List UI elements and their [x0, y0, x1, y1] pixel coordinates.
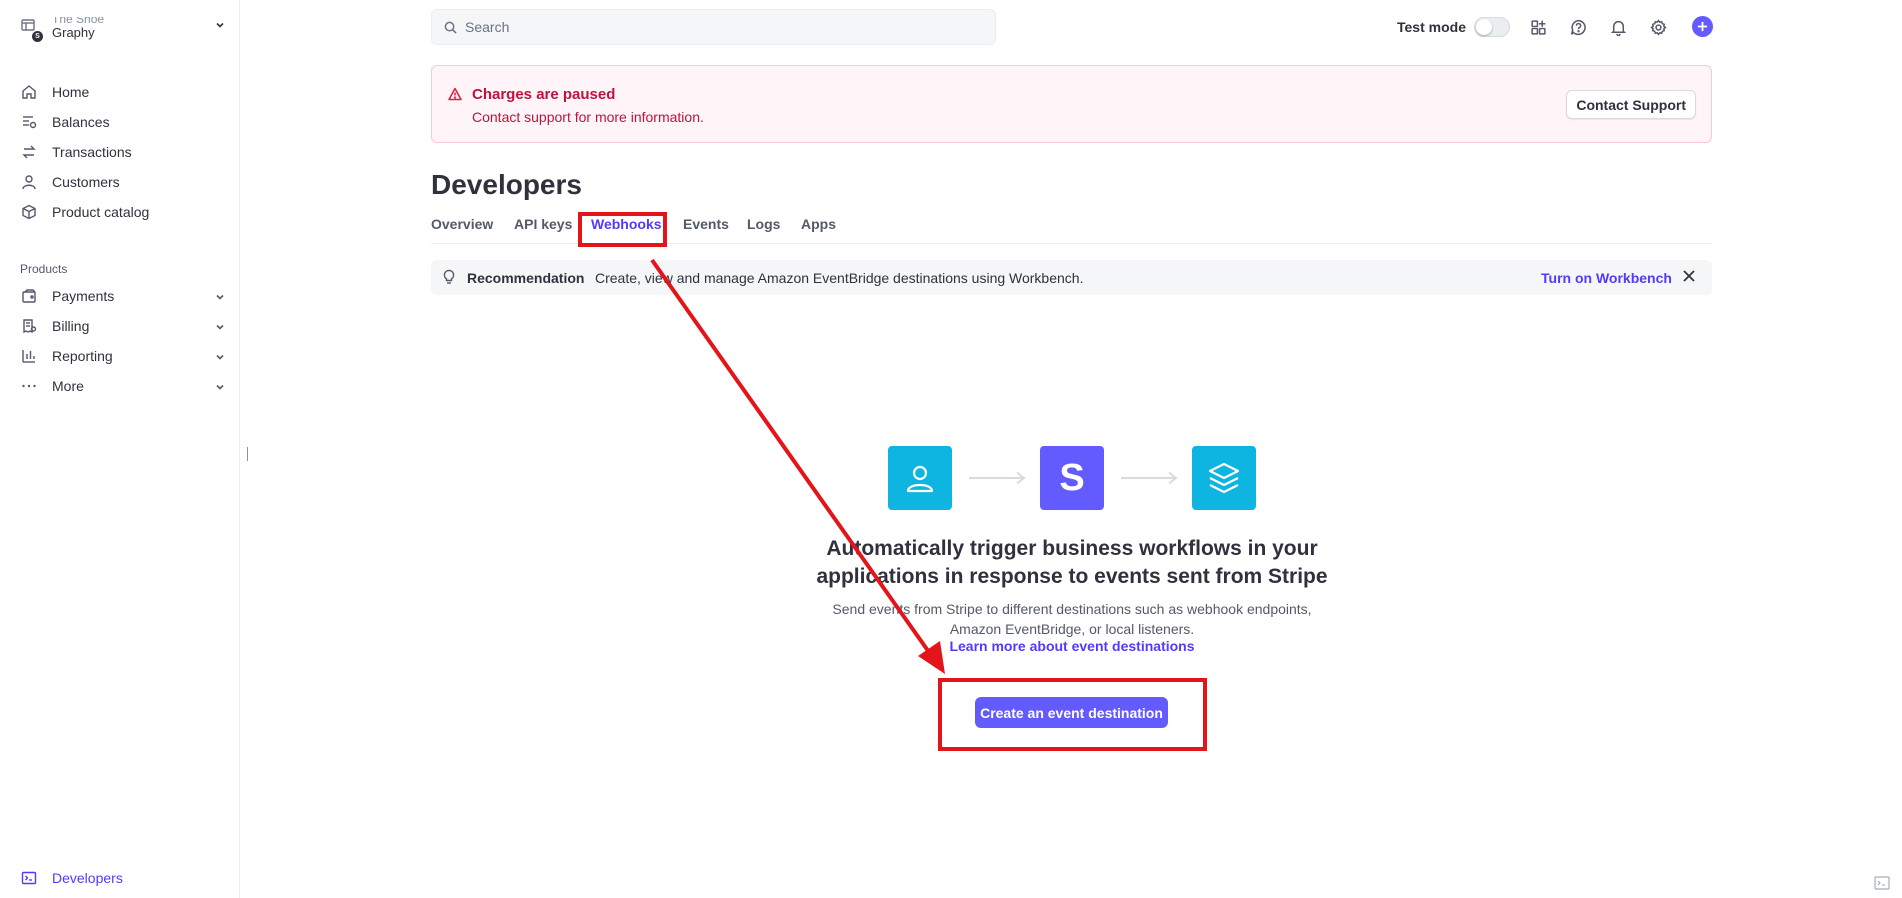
sidebar-item-label: Reporting — [52, 348, 113, 364]
notifications-bell-icon[interactable] — [1608, 17, 1628, 37]
chevron-down-icon — [215, 349, 225, 365]
account-logo-icon: S — [20, 17, 43, 42]
recommendation-title: Recommendation — [467, 270, 585, 286]
page-title: Developers — [431, 169, 582, 200]
sidebar-item-billing[interactable]: Billing — [20, 311, 225, 341]
stripe-logo-letter: S — [1059, 456, 1085, 499]
account-switcher[interactable]: S The Shoe Graphy — [20, 12, 225, 44]
learn-more-link[interactable]: Learn more about event destinations — [818, 638, 1326, 654]
user-icon — [888, 446, 952, 510]
charges-paused-alert: Charges are paused Contact support for m… — [431, 65, 1712, 143]
turn-on-workbench-link[interactable]: Turn on Workbench — [1541, 270, 1672, 286]
recommendation-bar: Recommendation Create, view and manage A… — [431, 260, 1712, 295]
sidebar-item-customers[interactable]: Customers — [20, 167, 225, 197]
sidebar-item-developers[interactable]: Developers — [20, 863, 225, 893]
help-icon[interactable] — [1568, 17, 1588, 37]
product-catalog-icon — [20, 203, 38, 221]
sidebar-item-payments[interactable]: Payments — [20, 281, 225, 311]
sidebar-item-more[interactable]: More — [20, 371, 225, 401]
balances-icon — [20, 113, 38, 131]
sidebar-item-transactions[interactable]: Transactions — [20, 137, 225, 167]
sidebar-item-label: Balances — [52, 114, 110, 130]
sidebar-item-balances[interactable]: Balances — [20, 107, 225, 137]
warning-icon — [448, 87, 462, 106]
sidebar-resize-handle[interactable] — [247, 447, 248, 461]
account-name-line2: Graphy — [52, 25, 95, 40]
empty-state-subtitle: Send events from Stripe to different des… — [832, 601, 1312, 637]
test-mode-control: Test mode — [1397, 17, 1510, 37]
alert-text: Contact support for more information. — [472, 109, 704, 125]
tab-overview[interactable]: Overview — [431, 216, 493, 232]
flow-arrow-icon — [1121, 471, 1178, 485]
recommendation-text: Create, view and manage Amazon EventBrid… — [595, 270, 1084, 286]
search-bar[interactable] — [431, 9, 996, 45]
terminal-shortcut-icon[interactable] — [1874, 876, 1890, 890]
test-mode-label: Test mode — [1397, 19, 1466, 35]
create-plus-button[interactable] — [1692, 16, 1713, 37]
billing-icon — [20, 317, 38, 335]
home-icon — [20, 83, 38, 101]
webhooks-tab-highlight — [578, 212, 667, 247]
sidebar-item-label: Developers — [52, 870, 123, 886]
close-icon[interactable] — [1682, 269, 1696, 288]
sidebar-item-label: More — [52, 378, 84, 394]
settings-gear-icon[interactable] — [1648, 17, 1668, 37]
chevron-down-icon[interactable] — [215, 17, 225, 35]
terminal-icon — [20, 869, 38, 887]
layers-stack-icon — [1192, 446, 1256, 510]
sidebar-item-label: Product catalog — [52, 204, 150, 220]
sidebar: S The Shoe Graphy Home Balances Transact… — [0, 0, 240, 898]
flow-arrow-icon — [969, 471, 1026, 485]
test-mode-toggle[interactable] — [1473, 17, 1510, 37]
payments-icon — [20, 287, 38, 305]
transactions-icon — [20, 143, 38, 161]
tab-logs[interactable]: Logs — [747, 216, 780, 232]
create-button-highlight — [938, 678, 1207, 751]
chevron-down-icon — [215, 319, 225, 335]
products-section-label: Products — [20, 262, 68, 276]
account-badge: S — [32, 31, 43, 42]
stripe-logo-icon: S — [1040, 446, 1104, 510]
search-input[interactable] — [465, 19, 965, 35]
alert-title: Charges are paused — [472, 86, 616, 103]
more-dots-icon — [20, 377, 38, 395]
sidebar-item-product-catalog[interactable]: Product catalog — [20, 197, 225, 227]
tab-apps[interactable]: Apps — [801, 216, 836, 232]
sidebar-item-label: Billing — [52, 318, 90, 334]
tab-api-keys[interactable]: API keys — [514, 216, 572, 232]
reporting-icon — [20, 347, 38, 365]
sidebar-item-home[interactable]: Home — [20, 77, 225, 107]
empty-state-title: Automatically trigger business workflows… — [816, 537, 1328, 588]
search-icon — [444, 21, 457, 34]
sidebar-item-label: Home — [52, 84, 90, 100]
lightbulb-icon — [442, 269, 456, 290]
chevron-down-icon — [215, 289, 225, 305]
contact-support-button[interactable]: Contact Support — [1566, 90, 1696, 119]
sidebar-item-reporting[interactable]: Reporting — [20, 341, 225, 371]
tab-events[interactable]: Events — [683, 216, 729, 232]
customers-icon — [20, 173, 38, 191]
apps-grid-icon[interactable] — [1528, 17, 1548, 37]
sidebar-item-label: Payments — [52, 288, 115, 304]
chevron-down-icon — [215, 379, 225, 395]
sidebar-item-label: Customers — [52, 174, 120, 190]
sidebar-item-label: Transactions — [52, 144, 132, 160]
